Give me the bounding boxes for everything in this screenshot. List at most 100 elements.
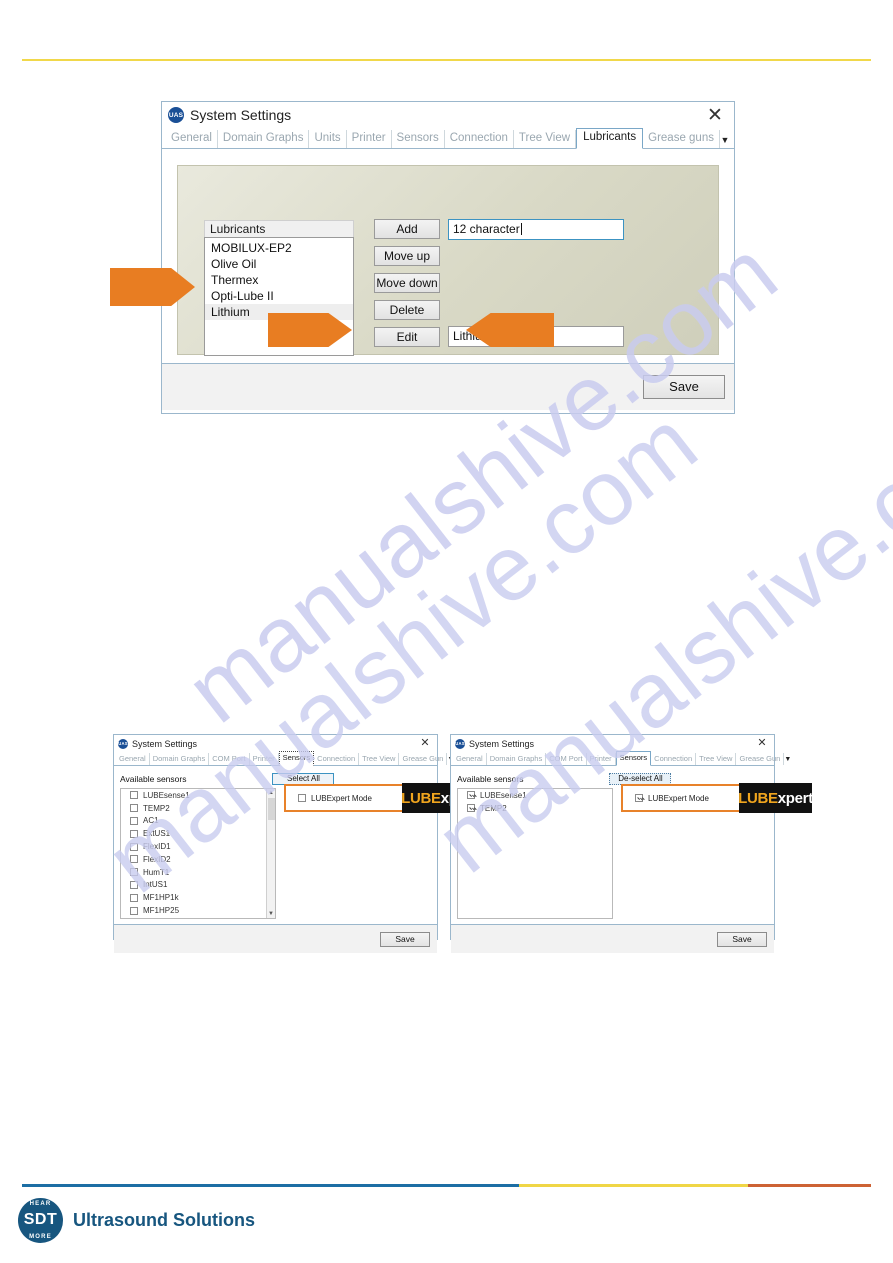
de-select-all-button[interactable]: De-select All	[609, 772, 672, 785]
close-icon[interactable]: ✕	[702, 105, 728, 125]
sensor-list[interactable]: LUBEsense1 TEMP2	[457, 788, 613, 919]
lubricants-list-header: Lubricants	[204, 220, 354, 237]
tab-grease-gun[interactable]: Grease Gun	[399, 753, 448, 765]
tab-connection[interactable]: Connection	[651, 753, 697, 765]
list-item-label: IntUS1	[143, 880, 168, 890]
list-item[interactable]: AC1	[121, 815, 275, 828]
text-caret	[520, 223, 522, 235]
tab-tree-view[interactable]: Tree View	[359, 753, 400, 765]
add-button[interactable]: Add	[374, 219, 440, 239]
scroll-up-icon[interactable]: ▲	[268, 789, 274, 797]
lubexpert-mode-row[interactable]: LUBExpert Mode	[286, 794, 372, 803]
checkbox[interactable]	[130, 816, 138, 825]
lubexpert-mode-row[interactable]: LUBExpert Mode	[623, 794, 709, 803]
tab-tree-view[interactable]: Tree View	[696, 753, 737, 765]
move-down-button[interactable]: Move down	[374, 273, 440, 293]
tab-grease-gun[interactable]: Grease Gun	[736, 753, 785, 765]
sdt-tagline: Ultrasound Solutions	[73, 1210, 255, 1230]
dialog-titlebar: UAS System Settings ✕	[451, 735, 774, 752]
checkbox[interactable]	[130, 855, 138, 864]
checkbox[interactable]	[130, 829, 138, 838]
delete-button[interactable]: Delete	[374, 300, 440, 320]
scrollbar-thumb[interactable]	[268, 798, 275, 820]
add-lubricant-input[interactable]: 12 character	[448, 219, 624, 240]
checkbox[interactable]	[130, 868, 138, 877]
close-icon[interactable]: ✕	[417, 737, 433, 751]
edit-button[interactable]: Edit	[374, 327, 440, 347]
tab-sensors[interactable]: Sensors	[278, 751, 315, 766]
tab-sensors[interactable]: Sensors	[392, 130, 445, 148]
tab-printer[interactable]: Printer	[347, 130, 392, 148]
system-settings-sensors-dialog-left: UAS System Settings ✕ General Domain Gra…	[113, 734, 476, 953]
checkbox[interactable]	[298, 794, 306, 802]
list-item-label: TEMP2	[143, 803, 170, 813]
tab-connection[interactable]: Connection	[445, 130, 514, 148]
uas-logo-icon: UAS	[118, 738, 128, 749]
list-item-label: MF1HP1k	[143, 893, 179, 903]
tab-grease-guns[interactable]: Grease guns	[643, 130, 720, 148]
lubexpert-mode-label: LUBExpert Mode	[311, 793, 372, 803]
dialog-titlebar: UAS System Settings ✕	[162, 102, 734, 128]
checkbox[interactable]	[130, 804, 138, 813]
tab-general[interactable]: General	[166, 130, 218, 148]
save-button[interactable]: Save	[717, 931, 767, 947]
checkbox-checked[interactable]	[635, 794, 643, 802]
list-item[interactable]: LUBEsense1	[458, 789, 612, 802]
list-item[interactable]: Thermex	[205, 272, 353, 288]
list-item[interactable]: FlexID1	[121, 840, 275, 853]
select-all-button[interactable]: Select All	[272, 772, 335, 785]
close-icon[interactable]: ✕	[754, 737, 770, 751]
tab-printer[interactable]: Printer	[587, 753, 616, 765]
checkbox-checked[interactable]	[467, 791, 475, 800]
checkbox[interactable]	[130, 893, 138, 902]
checkbox-checked[interactable]	[467, 804, 475, 813]
checkbox[interactable]	[130, 880, 138, 889]
move-up-button[interactable]: Move up	[374, 246, 440, 266]
tab-printer[interactable]: Printer	[250, 753, 279, 765]
checkbox[interactable]	[130, 791, 138, 800]
list-item[interactable]: ExtUS1	[121, 827, 275, 840]
chevron-down-icon[interactable]: ▼	[784, 754, 791, 765]
list-item[interactable]: TEMP2	[458, 802, 612, 815]
list-item-label: TEMP2	[480, 803, 507, 813]
list-item[interactable]: MF1HP1k	[121, 891, 275, 904]
list-item[interactable]: MF1HP25	[121, 904, 275, 917]
list-item-label: LUBEsense1	[143, 790, 190, 800]
footer-rule-yellow	[518, 1184, 748, 1187]
tab-lubricants[interactable]: Lubricants	[576, 128, 644, 149]
uas-logo-icon: UAS	[455, 738, 465, 749]
chevron-down-icon[interactable]: ▼	[720, 133, 730, 148]
list-item[interactable]: IntUS1	[121, 879, 275, 892]
tab-strip: General Domain Graphs COM Port Printer S…	[114, 751, 454, 766]
scrollbar[interactable]: ▲ ▼	[266, 789, 275, 918]
checkbox[interactable]	[130, 906, 138, 915]
list-item[interactable]: LUBEsense1	[121, 789, 275, 802]
list-item-label: AC1	[143, 816, 159, 826]
sensor-list[interactable]: LUBEsense1 TEMP2 AC1 ExtUS1 FlexID1 Flex…	[120, 788, 276, 919]
tab-tree-view[interactable]: Tree View	[514, 130, 577, 148]
list-item[interactable]: Olive Oil	[205, 256, 353, 272]
tab-sensors[interactable]: Sensors	[615, 751, 652, 766]
tab-domain-graphs[interactable]: Domain Graphs	[218, 130, 310, 148]
lubricants-panel-body: Lubricants MOBILUX-EP2 Olive Oil Thermex…	[162, 149, 734, 364]
sdt-brand-logo: HEAR SDT MORE Ultrasound Solutions	[18, 1198, 255, 1243]
tab-domain-graphs[interactable]: Domain Graphs	[150, 753, 210, 765]
save-button[interactable]: Save	[643, 375, 725, 399]
scroll-down-icon[interactable]: ▼	[268, 910, 274, 918]
save-button[interactable]: Save	[380, 931, 430, 947]
tab-general[interactable]: General	[453, 753, 487, 765]
tab-general[interactable]: General	[116, 753, 150, 765]
list-item[interactable]: FlexID2	[121, 853, 275, 866]
dialog-title: System Settings	[190, 107, 292, 123]
list-item[interactable]: TEMP2	[121, 802, 275, 815]
list-item[interactable]: MOBILUX-EP2	[205, 240, 353, 256]
tab-com-port[interactable]: COM Port	[546, 753, 587, 765]
system-settings-sensors-dialog-right: UAS System Settings ✕ General Domain Gra…	[450, 734, 813, 953]
tab-connection[interactable]: Connection	[314, 753, 360, 765]
checkbox[interactable]	[130, 842, 138, 851]
list-item[interactable]: Opti-Lube II	[205, 288, 353, 304]
tab-domain-graphs[interactable]: Domain Graphs	[487, 753, 547, 765]
tab-com-port[interactable]: COM Port	[209, 753, 250, 765]
tab-units[interactable]: Units	[309, 130, 347, 148]
list-item[interactable]: HumT1	[121, 866, 275, 879]
